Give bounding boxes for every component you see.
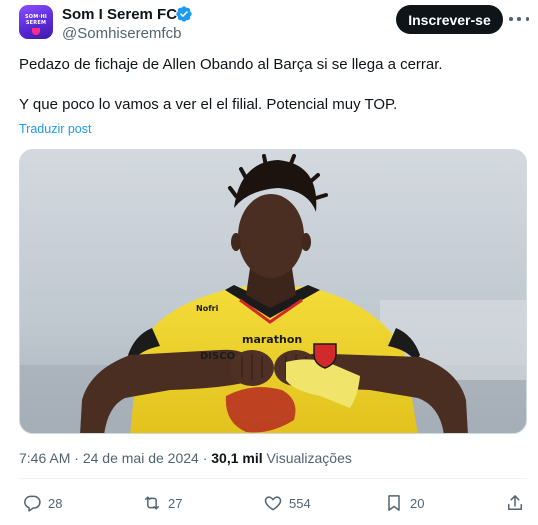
like-button[interactable]: 554 <box>263 492 311 514</box>
player-photo-illustration: marathon DISCO Nofri <box>20 150 526 433</box>
tweet-text-line-1: Pedazo de fichaje de Allen Obando al Bar… <box>19 56 443 73</box>
jersey-sponsor-2: DISCO <box>200 351 235 362</box>
views-count: 30,1 mil <box>211 450 263 466</box>
bookmark-count: 20 <box>410 495 425 511</box>
jersey-sponsor-3: Nofri <box>196 304 219 313</box>
tweet-text: Pedazo de fichaje de Allen Obando al Bar… <box>19 55 519 115</box>
tweet-text-line-2: Y que poco lo vamos a ver el el filial. … <box>19 96 398 113</box>
tweet-time[interactable]: 7:46 AM <box>19 450 70 466</box>
bookmark-icon <box>388 495 400 511</box>
tweet-meta: 7:46 AM · 24 de mai de 2024 · 30,1 mil V… <box>19 450 352 466</box>
avatar-shield-icon <box>32 28 40 35</box>
more-dots-icon[interactable] <box>509 12 529 26</box>
views-label: Visualizações <box>266 450 352 466</box>
reply-icon <box>24 495 41 512</box>
tweet-card: SOM·HI SEREM Som I Serem FCB @Somhiserem… <box>0 0 538 525</box>
retweet-count: 27 <box>168 495 183 511</box>
bookmark-button[interactable]: 20 <box>384 492 424 514</box>
like-count: 554 <box>289 495 311 511</box>
share-button[interactable] <box>505 492 525 514</box>
tweet-date[interactable]: 24 de mai de 2024 <box>83 450 199 466</box>
reply-button[interactable]: 28 <box>22 492 62 514</box>
display-name[interactable]: Som I Serem FCB <box>62 6 188 23</box>
retweet-icon <box>145 496 159 510</box>
retweet-button[interactable]: 27 <box>142 492 182 514</box>
translate-post-link[interactable]: Traduzir post <box>19 122 91 136</box>
handle[interactable]: @Somhiseremfcb <box>62 25 181 42</box>
divider <box>19 478 527 479</box>
heart-icon <box>264 496 282 511</box>
avatar-text-2: SEREM <box>25 20 47 26</box>
jersey-sponsor-1: marathon <box>242 333 302 346</box>
share-icon <box>508 495 522 510</box>
reply-count: 28 <box>48 495 63 511</box>
follow-button[interactable]: Inscrever-se <box>396 5 503 34</box>
verified-badge-icon <box>176 6 192 22</box>
tweet-photo[interactable]: marathon DISCO Nofri <box>19 149 527 434</box>
meta-separator-1: · <box>74 450 79 466</box>
meta-separator-2: · <box>202 450 208 466</box>
avatar[interactable]: SOM·HI SEREM <box>19 5 53 39</box>
